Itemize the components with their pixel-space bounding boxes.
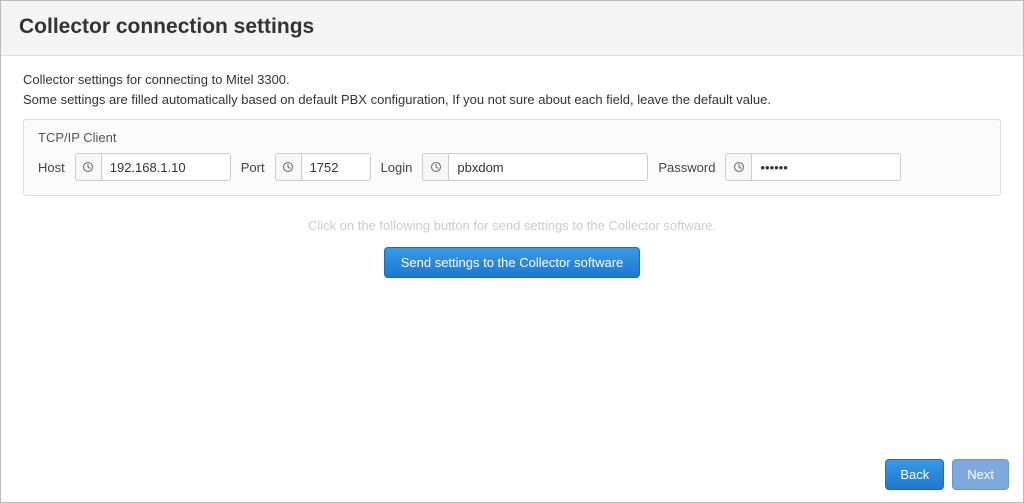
intro-line2: Some settings are filled automatically b… [23, 90, 1001, 110]
panel-title: TCP/IP Client [38, 130, 986, 145]
login-input[interactable] [448, 153, 648, 181]
host-input[interactable] [101, 153, 231, 181]
hint-text: Click on the following button for send s… [23, 218, 1001, 233]
host-input-wrap [75, 153, 231, 181]
clock-icon [725, 153, 751, 181]
page-title: Collector connection settings [19, 15, 1005, 39]
intro-text: Collector settings for connecting to Mit… [23, 70, 1001, 109]
content: Collector settings for connecting to Mit… [1, 56, 1023, 292]
port-input-wrap [275, 153, 371, 181]
tcp-ip-panel: TCP/IP Client Host Port Login [23, 119, 1001, 196]
send-settings-button[interactable]: Send settings to the Collector software [384, 247, 641, 278]
port-input[interactable] [301, 153, 371, 181]
clock-icon [75, 153, 101, 181]
next-button[interactable]: Next [952, 459, 1009, 490]
password-label: Password [658, 160, 715, 175]
field-row: Host Port Login Passwor [38, 153, 986, 181]
login-label: Login [381, 160, 413, 175]
clock-icon [422, 153, 448, 181]
header: Collector connection settings [1, 1, 1023, 56]
clock-icon [275, 153, 301, 181]
footer-buttons: Back Next [885, 459, 1009, 490]
password-input[interactable] [751, 153, 901, 181]
host-label: Host [38, 160, 65, 175]
intro-line1: Collector settings for connecting to Mit… [23, 70, 1001, 90]
port-label: Port [241, 160, 265, 175]
password-input-wrap [725, 153, 901, 181]
send-button-row: Send settings to the Collector software [23, 247, 1001, 278]
back-button[interactable]: Back [885, 459, 944, 490]
login-input-wrap [422, 153, 648, 181]
